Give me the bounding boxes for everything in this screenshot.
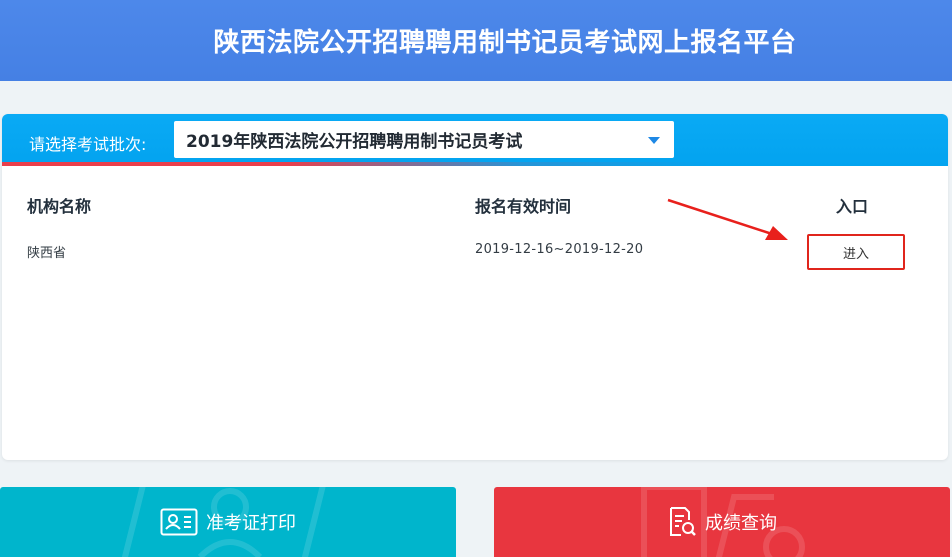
column-header-entry: 入口 [836, 197, 869, 216]
batch-select-value: 2019年陕西法院公开招聘聘用制书记员考试 [186, 132, 523, 152]
ticket-print-button[interactable]: 准考证打印 [0, 487, 456, 557]
batch-bar-underline [2, 162, 948, 166]
document-search-icon [667, 506, 697, 538]
batch-bar: 请选择考试批次: 2019年陕西法院公开招聘聘用制书记员考试 [2, 114, 948, 166]
column-header-org: 机构名称 [27, 197, 92, 216]
batch-select[interactable]: 2019年陕西法院公开招聘聘用制书记员考试 [174, 121, 674, 158]
score-query-button[interactable]: 成绩查询 [494, 487, 950, 557]
cell-org: 陕西省 [27, 246, 67, 261]
enter-button-label: 进入 [842, 246, 869, 262]
header-bar: 陕西法院公开招聘聘用制书记员考试网上报名平台 [0, 0, 952, 81]
enter-button[interactable]: 进入 [807, 234, 905, 270]
id-card-icon [160, 508, 198, 536]
column-header-time: 报名有效时间 [475, 197, 572, 216]
ticket-print-label: 准考证打印 [206, 513, 296, 534]
exam-panel: 请选择考试批次: 2019年陕西法院公开招聘聘用制书记员考试 机构名称 报名有效… [2, 114, 948, 460]
cell-time: 2019-12-16~2019-12-20 [475, 242, 644, 257]
page-title: 陕西法院公开招聘聘用制书记员考试网上报名平台 [213, 28, 797, 58]
down-caret-icon [648, 137, 660, 144]
batch-label: 请选择考试批次: [29, 135, 147, 154]
annotation-arrow-icon [667, 198, 788, 240]
score-query-label: 成绩查询 [705, 513, 777, 534]
